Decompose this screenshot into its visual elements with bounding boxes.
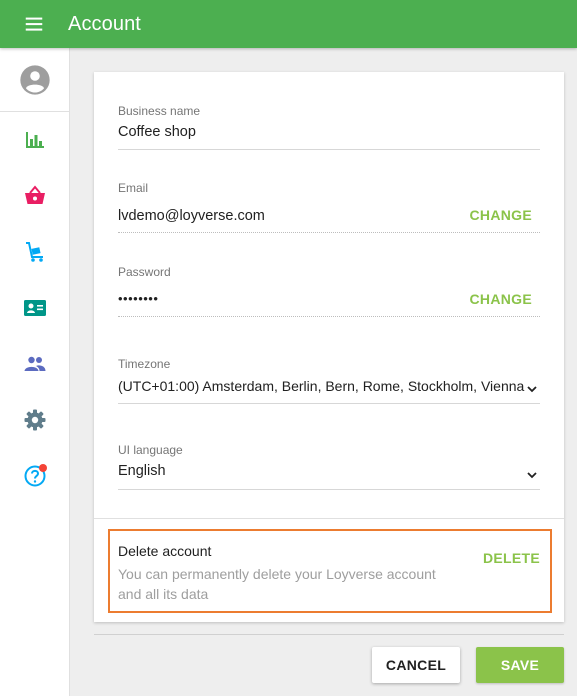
sidebar-item-reports[interactable] <box>0 112 69 168</box>
delete-account-description: You can permanently delete your Loyverse… <box>118 566 436 602</box>
page-title: Account <box>68 12 141 35</box>
basket-icon <box>24 185 45 204</box>
people-icon <box>24 356 45 371</box>
sidebar <box>0 48 70 696</box>
sidebar-account[interactable] <box>0 48 69 112</box>
password-label: Password <box>118 265 171 279</box>
timezone-underline <box>118 403 540 404</box>
account-circle-icon <box>19 64 50 95</box>
bar-chart-icon <box>25 132 44 148</box>
sidebar-item-customers[interactable] <box>0 336 69 392</box>
hamburger-menu-icon <box>25 17 43 31</box>
ui-language-label: UI language <box>118 443 183 457</box>
id-card-icon <box>23 300 46 316</box>
business-name-field[interactable]: Business name Coffee shop <box>118 104 540 150</box>
ui-language-underline <box>118 489 540 490</box>
chevron-down-icon <box>527 386 537 393</box>
business-name-value[interactable]: Coffee shop <box>118 124 540 140</box>
section-divider <box>94 518 564 519</box>
delete-account-button[interactable]: DELETE <box>483 550 540 566</box>
sidebar-item-inventory[interactable] <box>0 224 69 280</box>
change-email-button[interactable]: CHANGE <box>470 207 532 223</box>
sidebar-item-items[interactable] <box>0 168 69 224</box>
sidebar-item-help[interactable] <box>0 448 69 504</box>
change-password-button[interactable]: CHANGE <box>470 291 532 307</box>
business-name-underline <box>118 149 540 150</box>
business-name-label: Business name <box>118 104 201 118</box>
timezone-value: (UTC+01:00) Amsterdam, Berlin, Bern, Rom… <box>118 378 525 394</box>
save-button[interactable]: SAVE <box>476 647 564 683</box>
sidebar-item-employees[interactable] <box>0 280 69 336</box>
footer-divider <box>94 634 564 635</box>
email-underline <box>118 232 540 233</box>
email-label: Email <box>118 181 149 195</box>
email-field: Email lvdemo@loyverse.com CHANGE <box>118 181 540 233</box>
password-field: Password •••••••• CHANGE <box>118 265 540 317</box>
top-app-bar: Account <box>0 0 577 48</box>
account-settings-card: Business name Coffee shop Email lvdemo@l… <box>94 72 564 622</box>
cancel-button[interactable]: CANCEL <box>372 647 460 683</box>
cart-icon <box>25 242 43 262</box>
gear-icon <box>24 409 45 431</box>
timezone-label: Timezone <box>118 357 171 371</box>
ui-language-value: English <box>118 463 166 479</box>
sidebar-item-settings[interactable] <box>0 392 69 448</box>
delete-account-title: Delete account <box>118 543 212 559</box>
notification-badge <box>39 464 47 472</box>
menu-button[interactable] <box>0 0 68 48</box>
ui-language-select[interactable]: UI language English <box>118 443 540 490</box>
timezone-select[interactable]: Timezone (UTC+01:00) Amsterdam, Berlin, … <box>118 357 540 404</box>
chevron-down-icon <box>527 472 537 479</box>
delete-account-section: Delete account You can permanently delet… <box>108 529 552 613</box>
password-underline <box>118 316 540 317</box>
